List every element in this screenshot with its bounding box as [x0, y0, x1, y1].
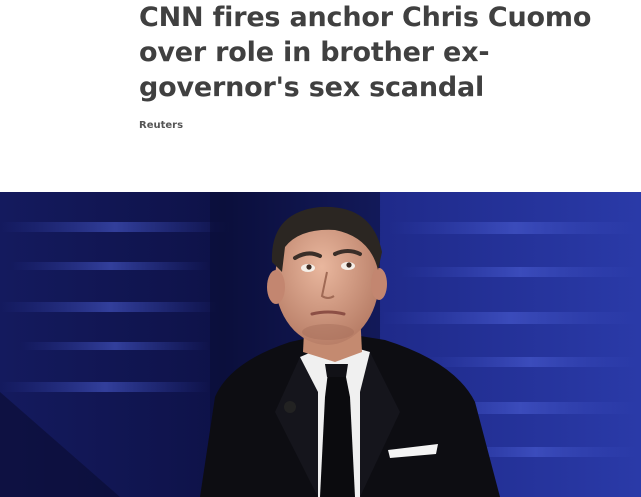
article-header: CNN fires anchor Chris Cuomo over role i…	[0, 0, 641, 192]
article-byline-source[interactable]: Reuters	[139, 120, 183, 131]
hero-photo-illustration	[0, 192, 641, 497]
hero-photo[interactable]	[0, 192, 641, 497]
article-headline[interactable]: CNN fires anchor Chris Cuomo over role i…	[139, 0, 619, 105]
lapel-mic	[284, 401, 296, 413]
